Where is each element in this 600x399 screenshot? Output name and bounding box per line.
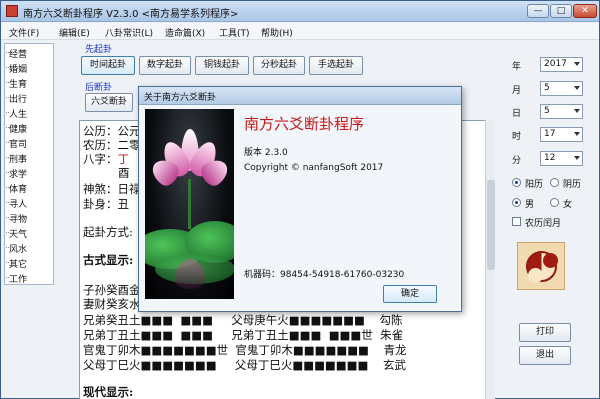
minute-second-qigua-button[interactable]: 分秒起卦 <box>253 56 305 75</box>
menu-tools[interactable]: 工具(T) <box>219 26 250 39</box>
print-button[interactable]: 打印 <box>519 323 571 342</box>
menu-zaoming[interactable]: 造命篇(X) <box>165 26 205 39</box>
chevron-down-icon <box>574 156 580 160</box>
result-line: 父母丁巳火■■■■■■■ 父母丁巳火■■■■■■■ 玄武 <box>83 358 407 372</box>
liuyao-duangua-button[interactable]: 六爻断卦 <box>85 93 133 112</box>
hour-value: 17 <box>544 129 556 139</box>
yinyang-icon <box>517 242 565 290</box>
close-button[interactable]: ✕ <box>573 4 597 18</box>
day-label: 日 <box>512 109 522 119</box>
vertical-scrollbar[interactable] <box>485 120 495 399</box>
menu-bagua[interactable]: 八卦常识(L) <box>105 26 153 39</box>
sidebar-item[interactable]: 生育 <box>5 77 27 90</box>
title-bar[interactable]: 南方六爻断卦程序 V2.3.0 <南方易学系列程序> — □ ✕ <box>1 1 599 22</box>
coin-qigua-button[interactable]: 铜钱起卦 <box>195 56 249 75</box>
bazi-prefix: 八字： <box>83 152 118 166</box>
about-dialog: 关于南方六爻断卦 南方六爻断卦程序 版本 2.3.0 Copyright © n… <box>138 86 462 312</box>
year-value: 2017 <box>544 59 567 69</box>
about-version: 版本 2.3.0 <box>244 148 288 158</box>
section-heading: 现代显示: <box>83 385 134 399</box>
month-value: 5 <box>544 83 550 93</box>
sidebar-item[interactable]: 风水 <box>5 242 27 255</box>
taiji-dot-yin <box>528 268 543 283</box>
hour-label: 时 <box>512 132 522 142</box>
sidebar-item[interactable]: 天气 <box>5 227 27 240</box>
chevron-down-icon <box>574 62 580 66</box>
window-title: 南方六爻断卦程序 V2.3.0 <南方易学系列程序> <box>23 9 239 20</box>
menu-help[interactable]: 帮助(H) <box>261 26 293 39</box>
lotus-image <box>145 109 234 299</box>
day-select[interactable]: 5 <box>540 104 583 119</box>
section-heading: 古式显示: <box>83 253 134 267</box>
leap-month-checkbox[interactable] <box>512 217 521 226</box>
about-dialog-titlebar[interactable]: 关于南方六爻断卦 <box>139 87 461 105</box>
result-line: 神煞：日禄 <box>83 182 141 196</box>
sidebar-item[interactable]: 求学 <box>5 167 27 180</box>
female-label: 女 <box>563 200 573 210</box>
category-sidebar: 经营 婚姻 生育 出行 人生 健康 官司 刑事 求学 体育 寻人 寻物 天气 风… <box>4 43 54 285</box>
sidebar-item[interactable]: 刑事 <box>5 152 27 165</box>
minute-value: 12 <box>544 153 556 163</box>
about-dialog-title: 关于南方六爻断卦 <box>144 93 217 103</box>
menu-bar: 文件(F) 编辑(E) 八卦常识(L) 造命篇(X) 工具(T) 帮助(H) <box>1 23 599 40</box>
result-line: 兄弟丁丑土■■■ ■■■ 兄弟丁丑土■■■ ■■■世 朱雀 <box>83 328 404 342</box>
ok-button[interactable]: 确定 <box>383 285 437 303</box>
month-select[interactable]: 5 <box>540 81 583 96</box>
minimize-button[interactable]: — <box>527 4 549 18</box>
chevron-down-icon <box>574 109 580 113</box>
hour-select[interactable]: 17 <box>540 127 583 142</box>
result-line: 卦身：丑 <box>83 197 129 211</box>
bazi-branch: 酉 <box>118 166 130 180</box>
app-icon <box>6 5 18 17</box>
about-app-name: 南方六爻断卦程序 <box>244 115 365 133</box>
leap-month-label: 农历闰月 <box>525 219 562 229</box>
result-line: 起卦方式: <box>83 225 133 239</box>
minute-select[interactable]: 12 <box>540 151 583 166</box>
lunar-label: 阴历 <box>563 180 582 190</box>
chevron-down-icon <box>574 86 580 90</box>
male-label: 男 <box>525 200 535 210</box>
about-copyright: Copyright © nanfangSoft 2017 <box>244 163 384 173</box>
sidebar-item[interactable]: 工作 <box>5 272 27 285</box>
sidebar-item[interactable]: 官司 <box>5 137 27 150</box>
sidebar-item[interactable]: 其它 <box>5 257 27 270</box>
day-value: 5 <box>544 106 550 116</box>
xian-qigua-label: 先起卦 <box>85 45 113 55</box>
sidebar-item[interactable]: 寻物 <box>5 212 27 225</box>
year-select[interactable]: 2017 <box>540 57 583 72</box>
year-label: 年 <box>512 62 522 72</box>
minute-label: 分 <box>512 156 522 166</box>
sidebar-item[interactable]: 经营 <box>5 47 27 60</box>
bazi-value: 丁 <box>117 152 130 166</box>
result-line: 妻财癸亥水 <box>83 297 141 311</box>
solar-label: 阳历 <box>525 180 544 190</box>
sidebar-item[interactable]: 出行 <box>5 92 27 105</box>
number-qigua-button[interactable]: 数字起卦 <box>139 56 191 75</box>
menu-edit[interactable]: 编辑(E) <box>59 26 90 39</box>
chevron-down-icon <box>574 132 580 136</box>
taiji-symbol <box>526 251 558 283</box>
solar-radio[interactable] <box>512 178 521 187</box>
male-radio[interactable] <box>512 198 521 207</box>
exit-button[interactable]: 退出 <box>519 346 571 365</box>
result-line: 官鬼丁卯木■■■■■■■世 官鬼丁卯木■■■■■■■ 青龙 <box>83 343 407 357</box>
result-line: 兄弟癸丑土■■■ ■■■ 父母庚午火■■■■■■■ 勾陈 <box>83 313 403 327</box>
sidebar-item[interactable]: 人生 <box>5 107 27 120</box>
manual-qigua-button[interactable]: 手选起卦 <box>309 56 363 75</box>
scrollbar-thumb[interactable] <box>487 180 495 270</box>
sidebar-item[interactable]: 寻人 <box>5 197 27 210</box>
female-radio[interactable] <box>550 198 559 207</box>
lunar-radio[interactable] <box>550 178 559 187</box>
time-qigua-button[interactable]: 时间起卦 <box>81 56 135 75</box>
month-label: 月 <box>512 86 522 96</box>
lotus-stem <box>188 179 191 229</box>
menu-file[interactable]: 文件(F) <box>9 26 39 39</box>
sidebar-item[interactable]: 健康 <box>5 122 27 135</box>
hou-duangua-label: 后断卦 <box>85 83 113 93</box>
maximize-button[interactable]: □ <box>550 4 572 18</box>
taiji-dot-yang <box>543 253 558 268</box>
sidebar-item[interactable]: 婚姻 <box>5 62 27 75</box>
sidebar-item[interactable]: 体育 <box>5 182 27 195</box>
about-machine-code: 机器码：98454-54918-61760-03230 <box>244 270 405 280</box>
